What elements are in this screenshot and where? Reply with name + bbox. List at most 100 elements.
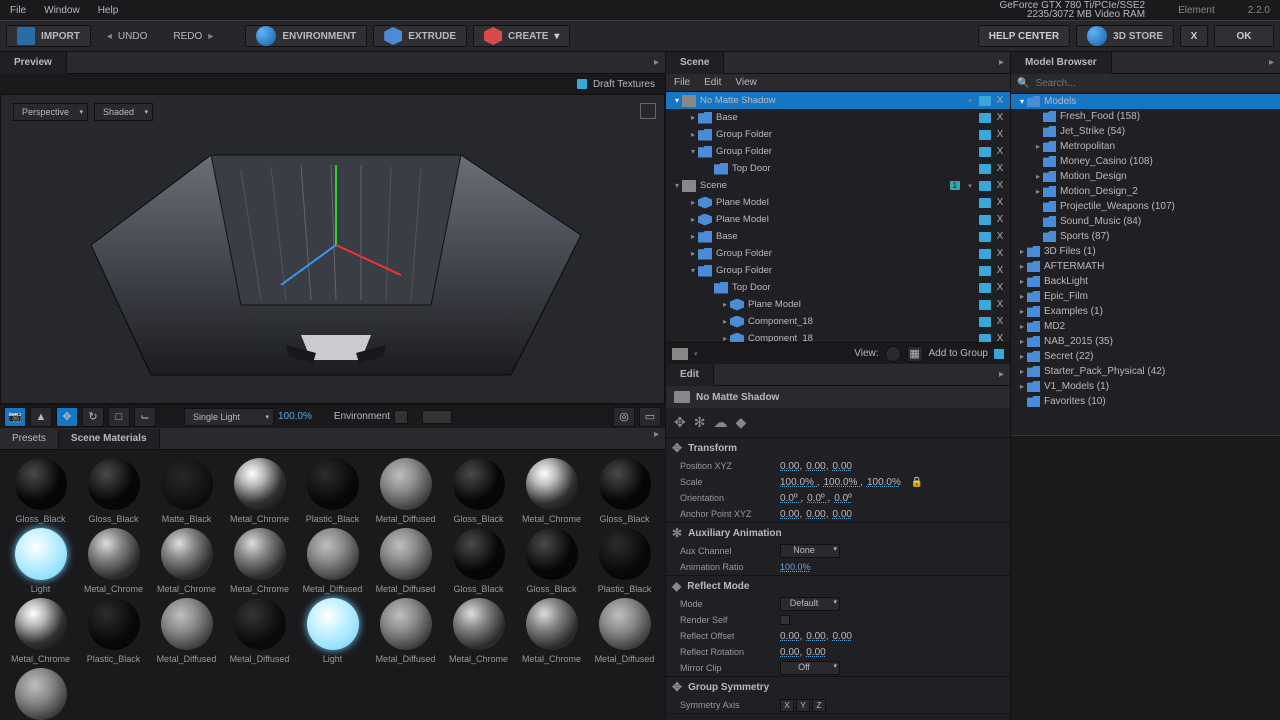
browser-row[interactable]: ▸Secret (22) bbox=[1011, 349, 1280, 364]
disclosure-icon[interactable]: ▸ bbox=[1017, 307, 1027, 316]
material-item[interactable]: Metal_Diffused bbox=[223, 598, 296, 664]
visibility-toggle[interactable] bbox=[979, 249, 991, 259]
tool-move-icon[interactable]: ✥ bbox=[674, 414, 686, 431]
tool-gear-icon[interactable]: ✻ bbox=[694, 414, 706, 431]
ok-button[interactable]: OK bbox=[1214, 25, 1274, 47]
import-button[interactable]: IMPORT bbox=[6, 25, 91, 47]
browser-row[interactable]: Sound_Music (84) bbox=[1011, 214, 1280, 229]
material-item[interactable]: Metal_Chrome bbox=[515, 598, 588, 664]
tree-row[interactable]: ▸BaseX bbox=[666, 109, 1010, 126]
material-item[interactable]: Metal_Chrome bbox=[442, 598, 515, 664]
material-item[interactable]: Gloss_Black bbox=[515, 528, 588, 594]
disclosure-icon[interactable]: ▸ bbox=[1017, 262, 1027, 271]
frame-icon[interactable]: ▭ bbox=[639, 407, 661, 427]
disclosure-icon[interactable]: ▸ bbox=[688, 113, 698, 122]
scene-edit[interactable]: Edit bbox=[704, 77, 721, 88]
disclosure-icon[interactable]: ▸ bbox=[720, 334, 730, 342]
light-dropdown[interactable]: Single Light bbox=[184, 408, 274, 426]
material-item[interactable]: Gloss_Black bbox=[442, 528, 515, 594]
browser-row[interactable]: Favorites (10) bbox=[1011, 394, 1280, 409]
select-tool-icon[interactable]: ▲ bbox=[30, 407, 52, 427]
browser-row[interactable]: ▸Metropolitan bbox=[1011, 139, 1280, 154]
delete-icon[interactable]: X bbox=[994, 112, 1006, 123]
delete-icon[interactable]: X bbox=[994, 146, 1006, 157]
scene-view[interactable]: View bbox=[735, 77, 757, 88]
visibility-toggle[interactable] bbox=[979, 283, 991, 293]
visibility-toggle[interactable] bbox=[979, 317, 991, 327]
material-item[interactable]: Gloss_Black bbox=[77, 458, 150, 524]
view-sphere-icon[interactable] bbox=[885, 346, 901, 362]
material-item[interactable]: Matte_Black bbox=[150, 458, 223, 524]
browser-row[interactable]: ▸Motion_Design bbox=[1011, 169, 1280, 184]
scale-tool-icon[interactable]: □ bbox=[108, 407, 130, 427]
material-item[interactable]: Metal_Diffused bbox=[369, 458, 442, 524]
visibility-toggle[interactable] bbox=[979, 147, 991, 157]
help-center-button[interactable]: HELP CENTER bbox=[978, 25, 1070, 47]
disclosure-icon[interactable]: ▸ bbox=[1033, 142, 1043, 151]
visibility-toggle[interactable] bbox=[979, 96, 991, 106]
material-item[interactable]: Light bbox=[4, 528, 77, 594]
delete-icon[interactable]: X bbox=[994, 129, 1006, 140]
browser-collapse-icon[interactable]: ▸ bbox=[1263, 57, 1280, 68]
material-item[interactable]: Metal_Diffused bbox=[588, 598, 661, 664]
material-item[interactable]: Plastic_Black bbox=[296, 458, 369, 524]
material-item[interactable]: Plastic_Black bbox=[588, 528, 661, 594]
material-item[interactable]: Metal_Diffused bbox=[296, 528, 369, 594]
scene-collapse-icon[interactable]: ▸ bbox=[993, 57, 1010, 68]
material-item[interactable]: Light bbox=[296, 598, 369, 664]
scene-materials-tab[interactable]: Scene Materials bbox=[59, 429, 160, 449]
browser-row[interactable]: Jet_Strike (54) bbox=[1011, 124, 1280, 139]
disclosure-icon[interactable]: ▸ bbox=[1017, 247, 1027, 256]
material-item[interactable]: Plastic_Black bbox=[77, 598, 150, 664]
move-tool-icon[interactable]: ✥ bbox=[56, 407, 78, 427]
tree-row[interactable]: ▸Plane ModelX bbox=[666, 296, 1010, 313]
tree-row[interactable]: ▸Plane ModelX bbox=[666, 194, 1010, 211]
delete-icon[interactable]: X bbox=[994, 95, 1006, 106]
material-item[interactable]: Metal_Chrome bbox=[223, 458, 296, 524]
close-button[interactable]: X bbox=[1180, 25, 1208, 47]
aux-toggle-icon[interactable]: ✻ bbox=[672, 526, 682, 540]
viewport-3d[interactable]: Perspective Shaded bbox=[0, 94, 665, 404]
node-dropdown-icon[interactable]: ▾ bbox=[964, 182, 976, 190]
disclosure-icon[interactable]: ▸ bbox=[688, 249, 698, 258]
tree-row[interactable]: Top DoorX bbox=[666, 279, 1010, 296]
menu-window[interactable]: Window bbox=[44, 5, 80, 16]
material-item[interactable]: Metal_Chrome bbox=[77, 528, 150, 594]
visibility-toggle[interactable] bbox=[979, 232, 991, 242]
light-pct[interactable]: 100.0% bbox=[278, 411, 312, 422]
environment-button[interactable]: ENVIRONMENT bbox=[245, 25, 367, 47]
browser-row[interactable]: Sports (87) bbox=[1011, 229, 1280, 244]
delete-icon[interactable]: X bbox=[994, 163, 1006, 174]
expand-viewport-icon[interactable] bbox=[640, 103, 656, 119]
edit-tab[interactable]: Edit bbox=[666, 364, 714, 386]
browser-row[interactable]: ▸Examples (1) bbox=[1011, 304, 1280, 319]
reflect-rot-value[interactable]: 0.00,0.00 bbox=[780, 647, 830, 658]
visibility-toggle[interactable] bbox=[979, 300, 991, 310]
tree-row[interactable]: ▾Group FolderX bbox=[666, 262, 1010, 279]
browser-row[interactable]: Projectile_Weapons (107) bbox=[1011, 199, 1280, 214]
tree-row[interactable]: ▾Scene1▾X bbox=[666, 177, 1010, 194]
browser-row[interactable]: ▸BackLight bbox=[1011, 274, 1280, 289]
aux-ratio-value[interactable]: 100.0% bbox=[780, 562, 811, 572]
bg-swatch[interactable] bbox=[422, 410, 452, 424]
mirror-clip-select[interactable]: Off bbox=[780, 661, 840, 675]
draft-textures-checkbox[interactable] bbox=[577, 79, 587, 89]
edit-collapse-icon[interactable]: ▸ bbox=[993, 369, 1010, 380]
delete-icon[interactable]: X bbox=[994, 299, 1006, 310]
aux-chan-select[interactable]: None bbox=[780, 544, 840, 558]
disclosure-icon[interactable]: ▸ bbox=[1033, 172, 1043, 181]
browser-row[interactable]: ▸Motion_Design_2 bbox=[1011, 184, 1280, 199]
target-icon[interactable]: ◎ bbox=[613, 407, 635, 427]
disclosure-icon[interactable]: ▸ bbox=[1017, 382, 1027, 391]
tree-row[interactable]: Top DoorX bbox=[666, 160, 1010, 177]
visibility-toggle[interactable] bbox=[979, 334, 991, 343]
disclosure-icon[interactable]: ▸ bbox=[688, 130, 698, 139]
tree-row[interactable]: ▾Group FolderX bbox=[666, 143, 1010, 160]
disclosure-icon[interactable]: ▾ bbox=[1017, 97, 1027, 106]
create-button[interactable]: CREATE ▾ bbox=[473, 25, 570, 47]
browser-row[interactable]: ▸Starter_Pack_Physical (42) bbox=[1011, 364, 1280, 379]
material-item[interactable]: Metal_Chrome bbox=[150, 528, 223, 594]
disclosure-icon[interactable]: ▾ bbox=[672, 181, 682, 190]
pos-value[interactable]: 0.00,0.00,0.00 bbox=[780, 461, 856, 472]
material-item[interactable]: Metal_Chrome bbox=[223, 528, 296, 594]
